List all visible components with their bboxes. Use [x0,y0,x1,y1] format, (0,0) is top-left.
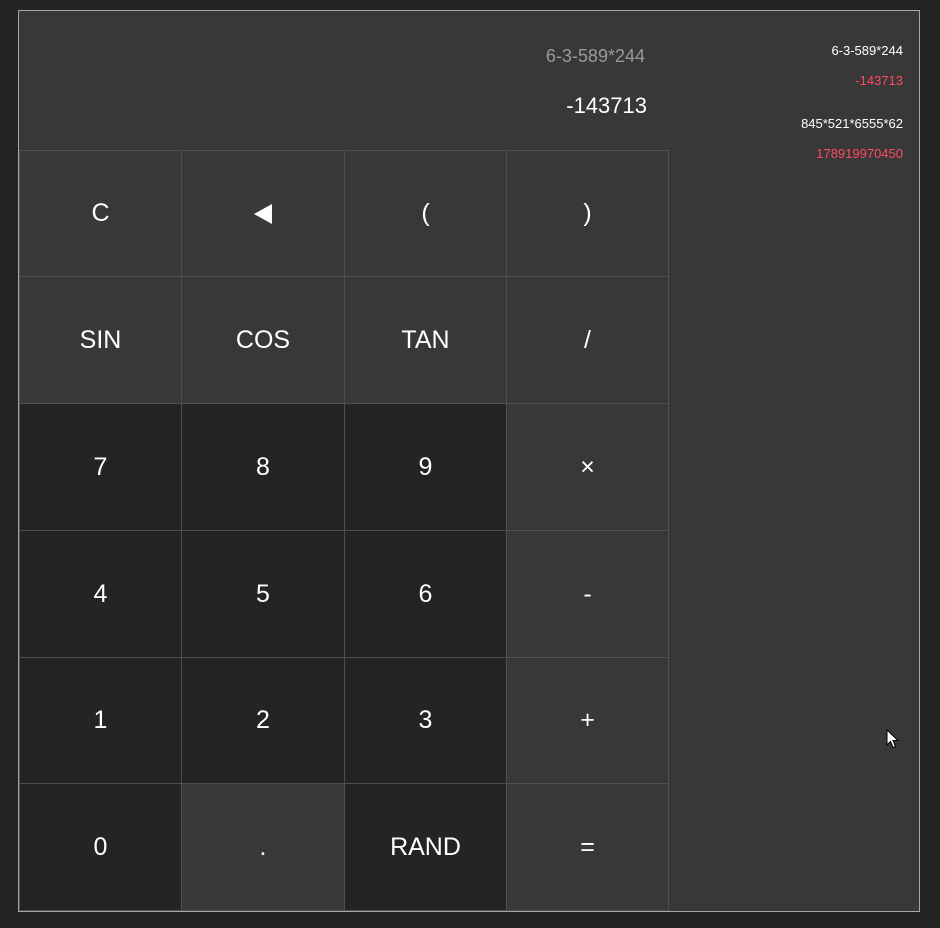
divide-button[interactable]: / [507,277,669,404]
cos-button[interactable]: COS [182,277,345,404]
digit-8-button[interactable]: 8 [182,404,345,531]
digit-7-button[interactable]: 7 [19,404,182,531]
calculator-window: 6-3-589*244 -143713 C ( ) SIN COS TAN / … [18,10,920,912]
clear-button[interactable]: C [19,150,182,277]
calculator-display: 6-3-589*244 -143713 [19,11,671,150]
decimal-button[interactable]: . [182,784,345,911]
equals-button[interactable]: = [507,784,669,911]
backspace-icon [254,203,272,224]
sin-button[interactable]: SIN [19,277,182,404]
history-expression[interactable]: 845*521*6555*62 [801,116,903,131]
minus-button[interactable]: - [507,531,669,658]
close-paren-button[interactable]: ) [507,150,669,277]
digit-2-button[interactable]: 2 [182,658,345,784]
digit-3-button[interactable]: 3 [345,658,507,784]
digit-4-button[interactable]: 4 [19,531,182,658]
mouse-cursor-icon [886,729,900,749]
backspace-button[interactable] [182,150,345,277]
history-panel: 6-3-589*244 -143713 845*521*6555*62 1789… [679,11,919,911]
digit-6-button[interactable]: 6 [345,531,507,658]
keypad: C ( ) SIN COS TAN / 7 8 9 × 4 5 6 - 1 2 … [19,150,671,912]
digit-9-button[interactable]: 9 [345,404,507,531]
history-expression[interactable]: 6-3-589*244 [831,43,903,58]
expression-display: 6-3-589*244 [545,46,645,66]
history-result[interactable]: -143713 [855,73,903,88]
plus-button[interactable]: + [507,658,669,784]
digit-0-button[interactable]: 0 [19,784,182,911]
open-paren-button[interactable]: ( [345,150,507,277]
digit-1-button[interactable]: 1 [19,658,182,784]
result-display: -143713 [566,93,647,118]
multiply-button[interactable]: × [507,404,669,531]
tan-button[interactable]: TAN [345,277,507,404]
rand-button[interactable]: RAND [345,784,507,911]
digit-5-button[interactable]: 5 [182,531,345,658]
history-result[interactable]: 178919970450 [816,146,903,161]
